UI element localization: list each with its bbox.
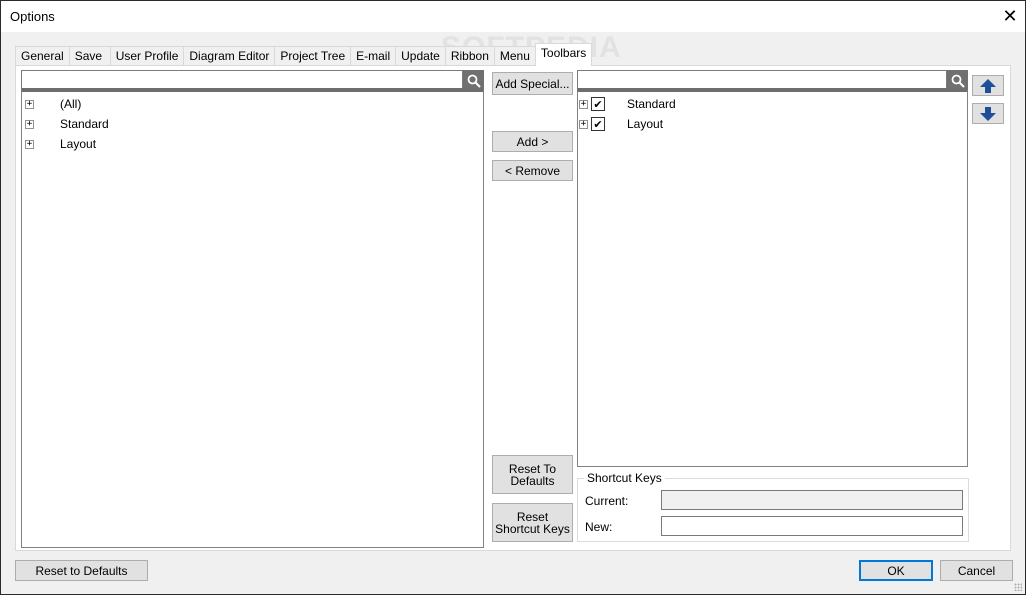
tab-general[interactable]: General bbox=[15, 46, 70, 66]
arrow-up-icon bbox=[980, 78, 996, 93]
tab-menu[interactable]: Menu bbox=[493, 46, 536, 66]
close-icon: ✕ bbox=[1002, 6, 1018, 26]
tab-user-profile[interactable]: User Profile bbox=[109, 46, 185, 66]
current-label: Current: bbox=[585, 494, 629, 508]
title-bar: Options ✕ bbox=[1, 1, 1025, 32]
button-label-line: Defaults bbox=[510, 473, 555, 488]
list-item[interactable]: + Standard bbox=[25, 115, 109, 133]
list-item[interactable]: + ✔ Layout bbox=[579, 115, 663, 133]
active-toolbars-list[interactable]: + ✔ Standard + ✔ Layout bbox=[577, 88, 968, 467]
list-item-label: (All) bbox=[60, 97, 82, 111]
tab-project-tree[interactable]: Project Tree bbox=[274, 46, 352, 66]
tab-update[interactable]: Update bbox=[395, 46, 446, 66]
search-icon bbox=[467, 74, 481, 88]
tab-ribbon[interactable]: Ribbon bbox=[444, 46, 495, 66]
list-item[interactable]: + Layout bbox=[25, 135, 96, 153]
add-special-button[interactable]: Add Special... bbox=[492, 72, 573, 95]
current-shortcut-field bbox=[661, 490, 963, 510]
reset-to-defaults-button[interactable]: Reset To Defaults bbox=[492, 455, 573, 494]
tab-save[interactable]: Save bbox=[68, 46, 111, 66]
list-item[interactable]: + (All) bbox=[25, 95, 81, 113]
check-icon: ✔ bbox=[593, 98, 603, 111]
new-shortcut-field[interactable] bbox=[661, 516, 963, 536]
search-icon bbox=[951, 74, 965, 88]
button-label-line: Shortcut Keys bbox=[495, 521, 570, 536]
button-label-line: Reset bbox=[516, 509, 549, 524]
move-up-button[interactable] bbox=[972, 75, 1004, 96]
tab-diagram-editor[interactable]: Diagram Editor bbox=[183, 46, 276, 66]
list-item-label: Layout bbox=[60, 137, 97, 151]
expand-icon[interactable]: + bbox=[25, 119, 34, 129]
reset-shortcut-keys-button[interactable]: Reset Shortcut Keys bbox=[492, 503, 573, 542]
expand-icon[interactable]: + bbox=[25, 139, 34, 149]
current-shortcut-input bbox=[662, 491, 962, 509]
list-item-label: Layout bbox=[627, 117, 664, 131]
move-down-button[interactable] bbox=[972, 103, 1004, 124]
add-button[interactable]: Add > bbox=[492, 131, 573, 152]
remove-button[interactable]: < Remove bbox=[492, 160, 573, 181]
tab-toolbars[interactable]: Toolbars bbox=[534, 43, 593, 66]
new-label: New: bbox=[585, 520, 613, 534]
toolbar-checkbox[interactable]: ✔ bbox=[591, 97, 605, 111]
options-dialog: Options ✕ SOFTPEDIA General Save User Pr… bbox=[0, 0, 1026, 595]
shortcut-keys-group: Shortcut Keys Current: New: bbox=[577, 471, 969, 542]
ok-button[interactable]: OK bbox=[859, 560, 933, 581]
new-shortcut-input[interactable] bbox=[662, 517, 962, 535]
list-item-label: Standard bbox=[627, 97, 676, 111]
button-label-line: Reset To bbox=[508, 461, 557, 476]
close-button[interactable]: ✕ bbox=[995, 1, 1025, 32]
reset-to-defaults-footer-button[interactable]: Reset to Defaults bbox=[15, 560, 148, 581]
tab-strip: General Save User Profile Diagram Editor… bbox=[15, 43, 593, 66]
toolbars-panel: + (All) + Standard + Layout Add Special.… bbox=[15, 65, 1011, 551]
arrow-down-icon bbox=[980, 106, 996, 121]
check-icon: ✔ bbox=[593, 118, 603, 131]
resize-grip[interactable] bbox=[1014, 583, 1022, 591]
window-title: Options bbox=[10, 9, 55, 24]
list-item-label: Standard bbox=[60, 117, 109, 131]
tab-email[interactable]: E-mail bbox=[350, 46, 397, 66]
list-item[interactable]: + ✔ Standard bbox=[579, 95, 676, 113]
expand-icon[interactable]: + bbox=[579, 99, 588, 109]
available-toolbars-list[interactable]: + (All) + Standard + Layout bbox=[21, 88, 484, 548]
cancel-button[interactable]: Cancel bbox=[940, 560, 1013, 581]
expand-icon[interactable]: + bbox=[579, 119, 588, 129]
expand-icon[interactable]: + bbox=[25, 99, 34, 109]
group-label: Shortcut Keys bbox=[584, 471, 665, 485]
toolbar-checkbox[interactable]: ✔ bbox=[591, 117, 605, 131]
